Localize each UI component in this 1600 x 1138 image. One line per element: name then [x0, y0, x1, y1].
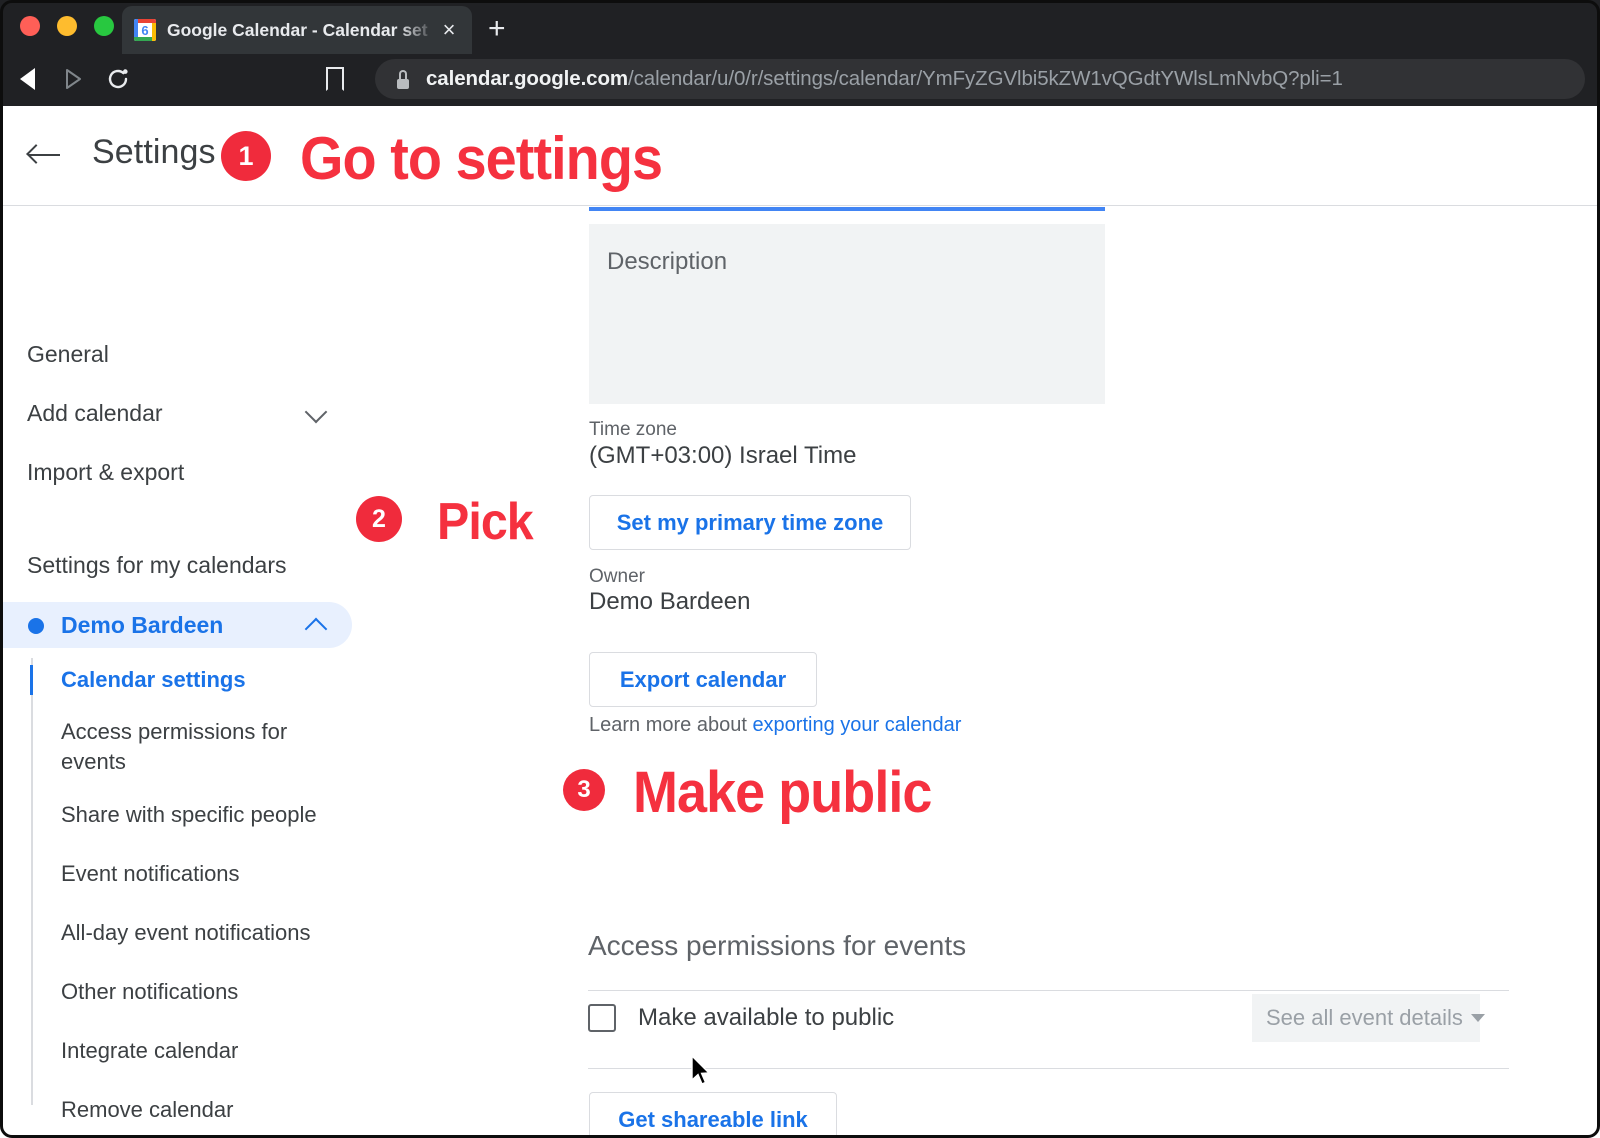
sidebar-calendar-label: Demo Bardeen	[61, 612, 223, 639]
description-field[interactable]: Description	[589, 224, 1105, 404]
chevron-up-icon[interactable]	[305, 618, 328, 641]
time-zone-label: Time zone	[589, 419, 677, 441]
google-calendar-favicon-icon: 6	[134, 19, 156, 41]
sidebar-item-remove-calendar[interactable]: Remove calendar	[61, 1095, 233, 1125]
make-available-to-public-checkbox[interactable]	[588, 1004, 616, 1032]
minimize-window-button[interactable]	[57, 16, 77, 36]
reload-icon	[105, 66, 131, 92]
sidebar-item-access-permissions[interactable]: Access permissions for events	[61, 717, 321, 777]
calendar-color-dot-icon	[28, 618, 44, 634]
back-arrow-icon	[20, 68, 35, 90]
close-window-button[interactable]	[20, 16, 40, 36]
forward-arrow-icon	[62, 67, 84, 91]
forward-button	[56, 62, 90, 96]
sidebar-section-heading: Settings for my calendars	[27, 552, 287, 579]
make-available-to-public-label: Make available to public	[638, 1004, 894, 1032]
lock-icon	[395, 70, 411, 89]
sidebar-item-calendar-settings[interactable]: Calendar settings	[61, 665, 246, 695]
sidebar-item-event-notifications[interactable]: Event notifications	[61, 859, 240, 889]
browser-chrome: 6 Google Calendar - Calendar set × +	[0, 0, 1600, 106]
screenshot-root: 6 Google Calendar - Calendar set × +	[0, 0, 1600, 1138]
url-path: /calendar/u/0/r/settings/calendar/YmFyZG…	[628, 67, 1343, 90]
maximize-window-button[interactable]	[94, 16, 114, 36]
sidebar-item-integrate-calendar[interactable]: Integrate calendar	[61, 1036, 238, 1066]
sidebar-item-general[interactable]: General	[27, 341, 109, 368]
event-details-select-value: See all event details	[1266, 1005, 1463, 1031]
sidebar-item-other-notifications[interactable]: Other notifications	[61, 977, 238, 1007]
sidebar-item-share-specific-people[interactable]: Share with specific people	[61, 800, 317, 830]
settings-back-button[interactable]	[27, 140, 63, 170]
annotation-text-1: Go to settings	[300, 124, 662, 193]
sidebar-subitem-rail	[31, 658, 33, 1105]
back-button[interactable]	[10, 62, 44, 96]
settings-sidebar: General Add calendar Import & export Set…	[0, 206, 560, 1138]
section-divider-top	[588, 990, 1509, 991]
sidebar-item-import-export[interactable]: Import & export	[27, 459, 184, 486]
annotation-text-2: Pick	[437, 492, 533, 552]
chevron-down-icon[interactable]	[305, 401, 328, 424]
learn-more-exporting-prefix: Learn more about	[589, 714, 752, 736]
page-title: Settings	[92, 133, 216, 172]
learn-more-exporting: Learn more about exporting your calendar	[589, 714, 961, 737]
owner-label: Owner	[589, 566, 645, 588]
settings-main-panel: Description Time zone (GMT+03:00) Israel…	[560, 206, 1600, 1138]
chevron-down-icon	[1471, 1014, 1485, 1022]
tab-title: Google Calendar - Calendar set	[167, 20, 436, 41]
event-details-select[interactable]: See all event details	[1252, 994, 1480, 1042]
sidebar-calendar-demo-bardeen[interactable]: Demo Bardeen	[0, 602, 352, 648]
favicon-day-number: 6	[138, 23, 152, 37]
set-primary-time-zone-button[interactable]: Set my primary time zone	[589, 495, 911, 550]
exporting-your-calendar-link[interactable]: exporting your calendar	[752, 714, 961, 736]
annotation-badge-1: 1	[221, 131, 271, 181]
url-text: calendar.google.com/calendar/u/0/r/setti…	[426, 67, 1343, 91]
url-host: calendar.google.com	[426, 67, 628, 90]
annotation-badge-2: 2	[356, 496, 402, 542]
section-divider-bottom	[588, 1068, 1509, 1069]
sidebar-item-add-calendar[interactable]: Add calendar	[27, 400, 163, 427]
window-traffic-lights	[20, 16, 114, 36]
focused-field-underline	[589, 207, 1105, 211]
calendar-settings-page: Settings General Add calendar Import & e…	[0, 106, 1600, 1138]
annotation-text-3: Make public	[633, 759, 932, 826]
sidebar-item-all-day-event-notifications[interactable]: All-day event notifications	[61, 918, 310, 948]
owner-value: Demo Bardeen	[589, 588, 750, 616]
time-zone-value: (GMT+03:00) Israel Time	[589, 442, 856, 470]
sidebar-active-indicator	[30, 665, 33, 695]
mouse-cursor	[690, 1055, 712, 1087]
get-shareable-link-button[interactable]: Get shareable link	[589, 1092, 837, 1138]
export-calendar-button[interactable]: Export calendar	[589, 652, 817, 707]
annotation-badge-3: 3	[563, 769, 605, 811]
description-placeholder: Description	[607, 248, 727, 276]
address-bar[interactable]: calendar.google.com/calendar/u/0/r/setti…	[375, 59, 1585, 99]
close-tab-icon[interactable]: ×	[436, 19, 462, 41]
access-permissions-section-title: Access permissions for events	[588, 930, 966, 962]
browser-tab[interactable]: 6 Google Calendar - Calendar set ×	[122, 6, 472, 54]
reload-button[interactable]	[101, 62, 135, 96]
new-tab-button[interactable]: +	[488, 14, 506, 44]
